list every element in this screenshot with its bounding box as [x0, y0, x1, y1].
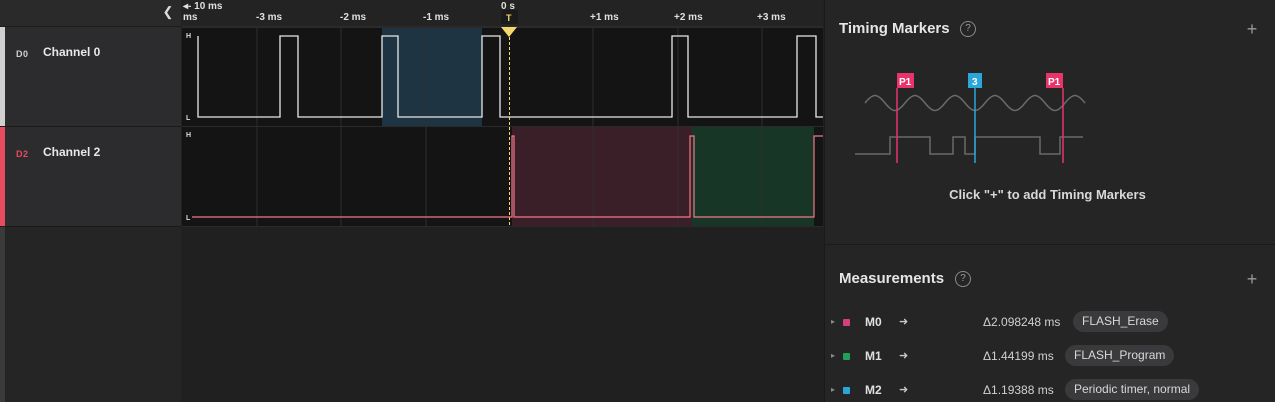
arrow-right-icon[interactable]: ➜ — [899, 383, 908, 396]
measurement-color-swatch — [843, 387, 850, 394]
channel-0-high-label: H — [186, 33, 191, 40]
channel-empty-area — [0, 227, 181, 402]
timing-markers-title: Timing Markers — [839, 20, 950, 37]
waveform-empty-area — [182, 227, 823, 402]
measurements-title: Measurements — [839, 270, 945, 287]
channel-name[interactable]: Channel 0 — [43, 45, 100, 59]
channel-0-track — [182, 28, 823, 126]
measurement-delta: Δ1.44199 ms — [983, 349, 1054, 363]
measurement-region-m0 — [512, 127, 692, 226]
chevron-right-icon[interactable]: ▸ — [831, 317, 839, 326]
channel-0-low-label: L — [186, 115, 191, 122]
channel-id: D0 — [16, 49, 29, 59]
question-circle-icon[interactable]: ? — [955, 271, 971, 287]
channel-color-stripe — [0, 27, 5, 126]
logic-analyzer-window: ❮ D0 Channel 0 D2 Channel 2 ◂- 10 ms ms … — [0, 0, 1275, 402]
channel-row-d2[interactable]: D2 Channel 2 — [0, 127, 181, 227]
channel-empty-stripe — [0, 227, 5, 402]
tick-label: +1 ms — [590, 12, 619, 23]
arrow-right-icon[interactable]: ➜ — [899, 349, 908, 362]
channel-panel-header: ❮ — [0, 0, 181, 27]
tick-label: +2 ms — [674, 12, 703, 23]
illustration-label-p1-b: P1 — [1048, 77, 1061, 88]
channel-2-high-label: H — [186, 132, 191, 139]
measurement-color-swatch — [843, 319, 850, 326]
waveform-canvas[interactable]: ◂- 10 ms ms -3 ms -2 ms -1 ms 0 s +1 ms … — [182, 0, 823, 402]
add-measurement-button[interactable]: + — [1245, 270, 1259, 288]
measurement-row-m2[interactable]: ▸ M2 ➜ Δ1.19388 ms Periodic timer, norma… — [825, 379, 1275, 402]
right-sidebar: Timing Markers ? + P1 3 P1 Click "+" to … — [824, 0, 1275, 402]
question-circle-icon[interactable]: ? — [960, 21, 976, 37]
measurement-color-swatch — [843, 353, 850, 360]
measurement-region-m2 — [382, 28, 482, 126]
illustration-digital-wave — [855, 136, 1083, 155]
tick-label: ms — [183, 12, 198, 23]
illustration-label-3: 3 — [972, 77, 978, 88]
channel-2-low-label: L — [186, 215, 191, 222]
measurement-name: M2 — [865, 383, 882, 397]
measurement-name: M1 — [865, 349, 882, 363]
measurement-delta: Δ1.19388 ms — [983, 383, 1054, 397]
timing-markers-hint: Click "+" to add Timing Markers — [949, 187, 1146, 202]
arrow-right-icon[interactable]: ➜ — [899, 315, 908, 328]
measurement-row-m1[interactable]: ▸ M1 ➜ Δ1.44199 ms FLASH_Program — [825, 345, 1275, 369]
chevron-right-icon[interactable]: ▸ — [831, 351, 839, 360]
tick-label: -1 ms — [423, 12, 450, 23]
waveform-viewer[interactable]: ◂- 10 ms ms -3 ms -2 ms -1 ms 0 s +1 ms … — [182, 0, 823, 402]
add-timing-marker-button[interactable]: + — [1245, 20, 1259, 38]
measurement-tag[interactable]: FLASH_Program — [1065, 345, 1175, 366]
channel-id: D2 — [16, 149, 29, 159]
timing-markers-illustration: P1 3 P1 — [855, 73, 1086, 163]
measurement-tag[interactable]: FLASH_Erase — [1073, 311, 1168, 332]
measurement-region-m1 — [692, 127, 814, 226]
ruler-start-label: ◂- 10 ms — [182, 1, 223, 12]
channel-panel: ❮ D0 Channel 0 D2 Channel 2 — [0, 0, 181, 402]
measurement-name: M0 — [865, 315, 882, 329]
chevron-right-icon[interactable]: ▸ — [831, 385, 839, 394]
measurement-delta: Δ2.098248 ms — [983, 315, 1061, 329]
channel-row-d0[interactable]: D0 Channel 0 — [0, 27, 181, 127]
channel-color-stripe — [0, 127, 5, 226]
measurement-row-m0[interactable]: ▸ M0 ➜ Δ2.098248 ms FLASH_Erase — [825, 311, 1275, 335]
chevron-left-icon[interactable]: ❮ — [161, 4, 175, 20]
channel-name[interactable]: Channel 2 — [43, 145, 100, 159]
tick-label: -3 ms — [256, 12, 283, 23]
tick-label: +3 ms — [757, 12, 786, 23]
tick-label: -2 ms — [340, 12, 367, 23]
measurement-tag[interactable]: Periodic timer, normal — [1065, 379, 1200, 400]
section-divider — [825, 244, 1275, 245]
illustration-label-p1: P1 — [899, 77, 912, 88]
trigger-label: T — [506, 13, 512, 23]
